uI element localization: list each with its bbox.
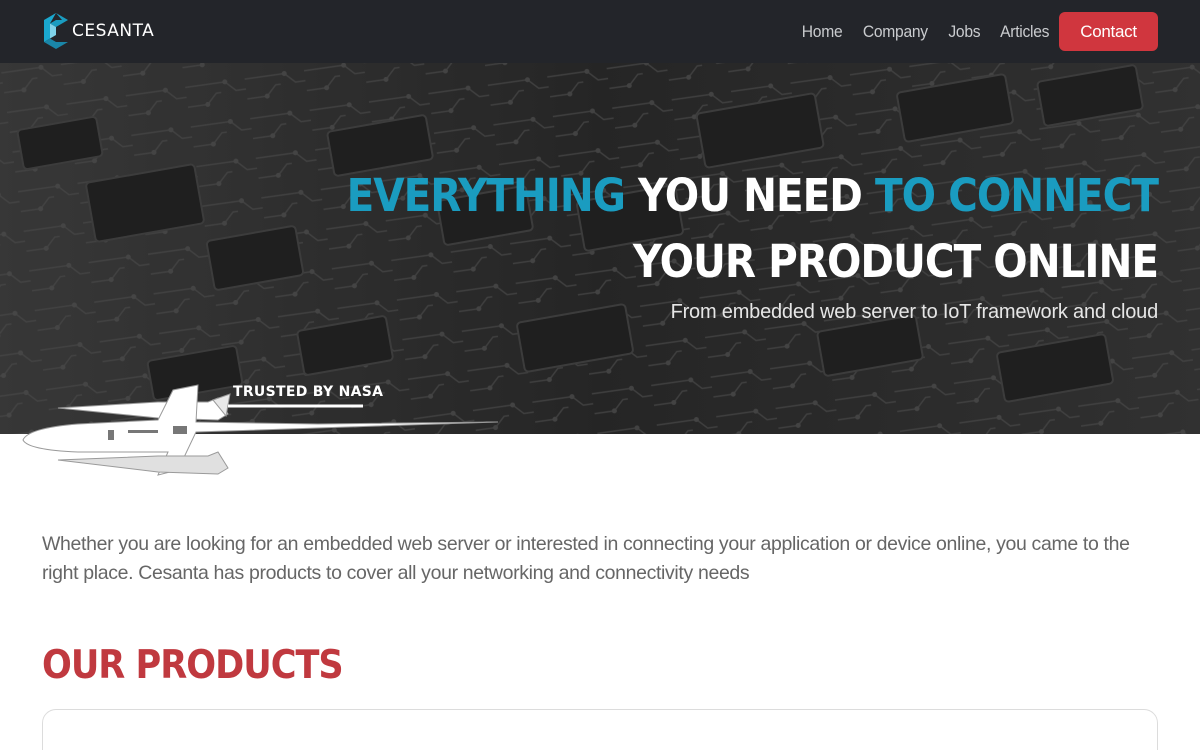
hero-banner: EVERYTHING YOU NEED TO CONNECT YOUR PROD…	[0, 63, 1200, 434]
contact-button[interactable]: Contact	[1059, 12, 1158, 51]
trusted-by-nasa-label: TRUSTED BY NASA	[233, 384, 384, 400]
logo-text: CESANTA	[72, 21, 155, 41]
hero-headline: EVERYTHING YOU NEED TO CONNECT YOUR PROD…	[346, 163, 1159, 295]
cesanta-logo[interactable]: CESANTA	[42, 13, 154, 49]
hero-headline-line1: EVERYTHING YOU NEED TO CONNECT	[346, 163, 1159, 229]
hero-headline-accent-1: EVERYTHING	[346, 169, 626, 222]
hero-subtitle: From embedded web server to IoT framewor…	[670, 301, 1159, 323]
nav-jobs-link[interactable]: Jobs	[948, 22, 980, 42]
nav-home-link[interactable]: Home	[802, 22, 843, 42]
nav-company-link[interactable]: Company	[863, 22, 928, 42]
our-products-heading: OUR PRODUCTS	[42, 643, 344, 688]
nav-articles-link[interactable]: Articles	[1000, 22, 1049, 42]
intro-paragraph: Whether you are looking for an embedded …	[42, 533, 1130, 584]
main-nav: Home Company Jobs Articles Contact	[784, 12, 1158, 51]
products-panel	[42, 709, 1158, 750]
hero-headline-line2: YOUR PRODUCT ONLINE	[632, 235, 1159, 288]
top-navbar: CESANTA Home Company Jobs Articles Conta…	[0, 0, 1200, 63]
hero-headline-accent-2: TO CONNECT	[875, 169, 1159, 222]
hero-headline-mid: YOU NEED	[624, 169, 876, 222]
cesanta-logo-icon	[44, 13, 68, 49]
